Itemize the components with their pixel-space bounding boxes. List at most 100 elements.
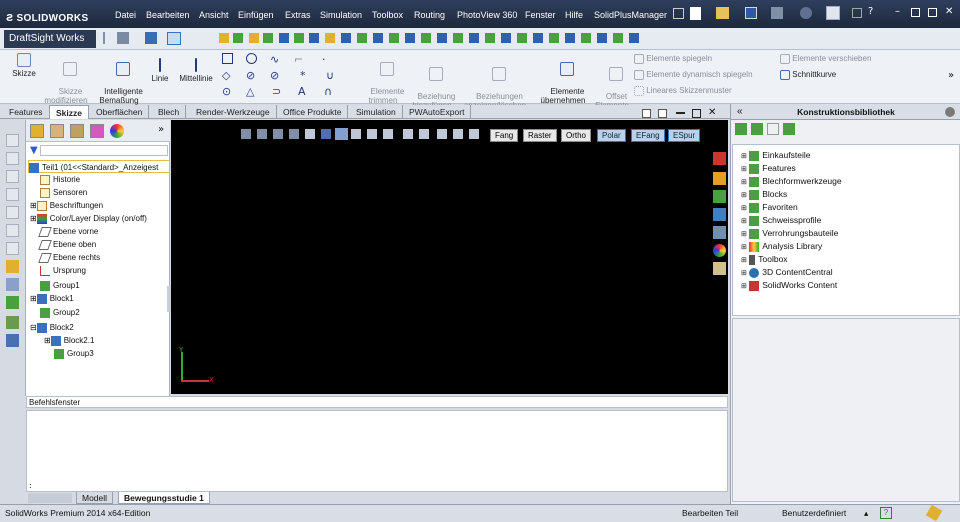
home-icon[interactable] xyxy=(713,172,726,185)
panel-icon-7[interactable] xyxy=(6,242,19,255)
expand-plus-icon[interactable]: ⊞ xyxy=(741,231,747,238)
feature-manager-tab-icon[interactable] xyxy=(30,124,44,138)
zoom-fit-icon[interactable] xyxy=(241,129,251,139)
sketch-tool-1-icon[interactable] xyxy=(219,33,229,43)
view-orientation-icon[interactable] xyxy=(321,129,331,139)
select-icon[interactable] xyxy=(145,32,157,44)
schnittkurve-button[interactable]: Schnittkurve xyxy=(780,70,836,80)
fang-button[interactable]: Fang xyxy=(490,129,519,142)
u-shape-icon[interactable]: ∪ xyxy=(326,69,334,82)
rebuild-status-icon[interactable] xyxy=(925,504,943,522)
target-icon[interactable]: ⊙ xyxy=(222,85,231,98)
tab-simulation[interactable]: Simulation xyxy=(350,105,403,119)
sketch-tool-18-icon[interactable] xyxy=(485,33,495,43)
doc-close-icon[interactable]: ✕ xyxy=(708,107,716,118)
library-item-verrohrungsbauteile[interactable]: ⊞ Verrohrungsbauteile xyxy=(741,227,838,240)
tab-modell[interactable]: Modell xyxy=(76,492,114,504)
sketch-tool-12-icon[interactable] xyxy=(389,33,399,43)
tab-bewegungsstudie[interactable]: Bewegungsstudie 1 xyxy=(118,492,210,504)
configuration-manager-tab-icon[interactable] xyxy=(70,124,84,138)
custom-properties-icon[interactable] xyxy=(713,262,726,275)
sketch-tool-21-icon[interactable] xyxy=(533,33,543,43)
draftsight-works-button[interactable]: DraftSight Works xyxy=(4,30,96,48)
sketch-tool-17-icon[interactable] xyxy=(469,33,479,43)
sketch-tool-16-icon[interactable] xyxy=(453,33,463,43)
tab-pwautoexport[interactable]: PWAutoExport xyxy=(403,105,472,119)
render-icon[interactable] xyxy=(419,129,429,139)
sketch-tool-24-icon[interactable] xyxy=(581,33,591,43)
expand-plus-icon[interactable]: ⊞ xyxy=(30,214,37,223)
minimize-icon[interactable]: – xyxy=(895,6,900,17)
sketch-tool-9-icon[interactable] xyxy=(341,33,351,43)
expand-plus-icon[interactable]: ⊞ xyxy=(741,166,747,173)
display-style-icon[interactable] xyxy=(335,128,348,140)
elemente-verschieben-button[interactable]: Elemente verschieben xyxy=(780,54,871,64)
doc-restore-icon[interactable] xyxy=(692,109,701,118)
scene-icon[interactable] xyxy=(383,129,393,139)
select-arrow-icon[interactable] xyxy=(826,6,840,20)
menu-simulation[interactable]: Simulation xyxy=(320,10,362,20)
perspective-icon[interactable] xyxy=(453,129,463,139)
expand-plus-icon[interactable]: ⊞ xyxy=(30,201,37,210)
file-explorer-icon[interactable] xyxy=(713,208,726,221)
sketch-tool-7-icon[interactable] xyxy=(309,33,319,43)
rectangle-icon[interactable] xyxy=(222,53,233,64)
pin-pane-icon[interactable] xyxy=(945,107,955,117)
triangle-icon[interactable]: △ xyxy=(246,85,254,98)
text-icon[interactable]: A xyxy=(298,85,306,98)
sketch-tool-5-icon[interactable] xyxy=(279,33,289,43)
tree-item-ursprung[interactable]: Ursprung xyxy=(40,264,86,277)
close-icon[interactable]: ✕ xyxy=(945,6,953,17)
sketch-tool-2-icon[interactable] xyxy=(233,33,243,43)
library-item-solidworks-content[interactable]: ⊞ SolidWorks Content xyxy=(741,279,837,292)
circle-icon[interactable] xyxy=(246,53,257,64)
command-window[interactable]: : xyxy=(26,410,728,492)
fillet-icon[interactable]: ⌐ xyxy=(294,53,303,66)
restore-icon[interactable] xyxy=(911,8,920,17)
panel-icon-5[interactable] xyxy=(6,206,19,219)
section-view-icon[interactable] xyxy=(305,129,315,139)
shadow-icon[interactable] xyxy=(437,129,447,139)
polar-button[interactable]: Polar xyxy=(597,129,626,142)
tree-item-group3[interactable]: Group3 xyxy=(54,347,94,360)
sketch-tool-25-icon[interactable] xyxy=(597,33,607,43)
parabola-icon[interactable]: ∩ xyxy=(324,85,332,98)
sketch-tool-20-icon[interactable] xyxy=(517,33,527,43)
sketch-tool-19-icon[interactable] xyxy=(501,33,511,43)
elemente-spiegeln-button[interactable]: Elemente spiegeln xyxy=(634,54,712,64)
tree-item-color-layer[interactable]: ⊞ Color/Layer Display (on/off) xyxy=(30,212,147,225)
units-arrow-icon[interactable]: ▴ xyxy=(864,505,868,522)
open-folder-icon[interactable] xyxy=(716,7,729,19)
expand-plus-icon[interactable]: ⊞ xyxy=(741,283,747,290)
task-tool-1-icon[interactable] xyxy=(713,152,726,165)
tab-office-produkte[interactable]: Office Produkte xyxy=(277,105,349,119)
previous-view-icon[interactable] xyxy=(289,129,299,139)
espur-button[interactable]: ESpur xyxy=(668,129,701,142)
pin-icon[interactable] xyxy=(673,8,684,19)
sketch-tool-6-icon[interactable] xyxy=(294,33,304,43)
new-folder-icon[interactable] xyxy=(767,123,779,135)
panel-icon-4[interactable] xyxy=(6,188,19,201)
expand-plus-icon[interactable]: ⊞ xyxy=(741,244,747,251)
expand-tabs-icon[interactable]: » xyxy=(158,124,164,135)
expand-plus-icon[interactable]: ⊞ xyxy=(741,270,747,277)
menu-extras[interactable]: Extras xyxy=(285,10,311,20)
zoom-area-icon[interactable] xyxy=(257,129,267,139)
zoom-in-icon[interactable] xyxy=(273,129,283,139)
save-icon[interactable] xyxy=(745,7,757,19)
polygon-icon[interactable]: ◇ xyxy=(222,69,230,82)
print-icon[interactable] xyxy=(771,7,783,19)
expand-plus-icon[interactable]: ⊞ xyxy=(741,153,747,160)
add-location-icon[interactable] xyxy=(751,123,763,135)
tree-item-group1[interactable]: Group1 xyxy=(40,279,80,292)
menu-solidplusmanager[interactable]: SolidPlusManager xyxy=(594,10,667,20)
rebuild-icon[interactable] xyxy=(852,8,862,18)
arc-icon[interactable]: ⊘ xyxy=(246,69,255,82)
tree-filter-input[interactable] xyxy=(40,145,168,156)
tab-scroll-arrows[interactable] xyxy=(28,493,72,503)
appearances-icon[interactable] xyxy=(713,244,726,257)
menu-ansicht[interactable]: Ansicht xyxy=(199,10,229,20)
appearance-icon[interactable] xyxy=(367,129,377,139)
display-manager-tab-icon[interactable] xyxy=(110,124,124,138)
ellipse-icon[interactable]: ⊘ xyxy=(270,69,279,82)
